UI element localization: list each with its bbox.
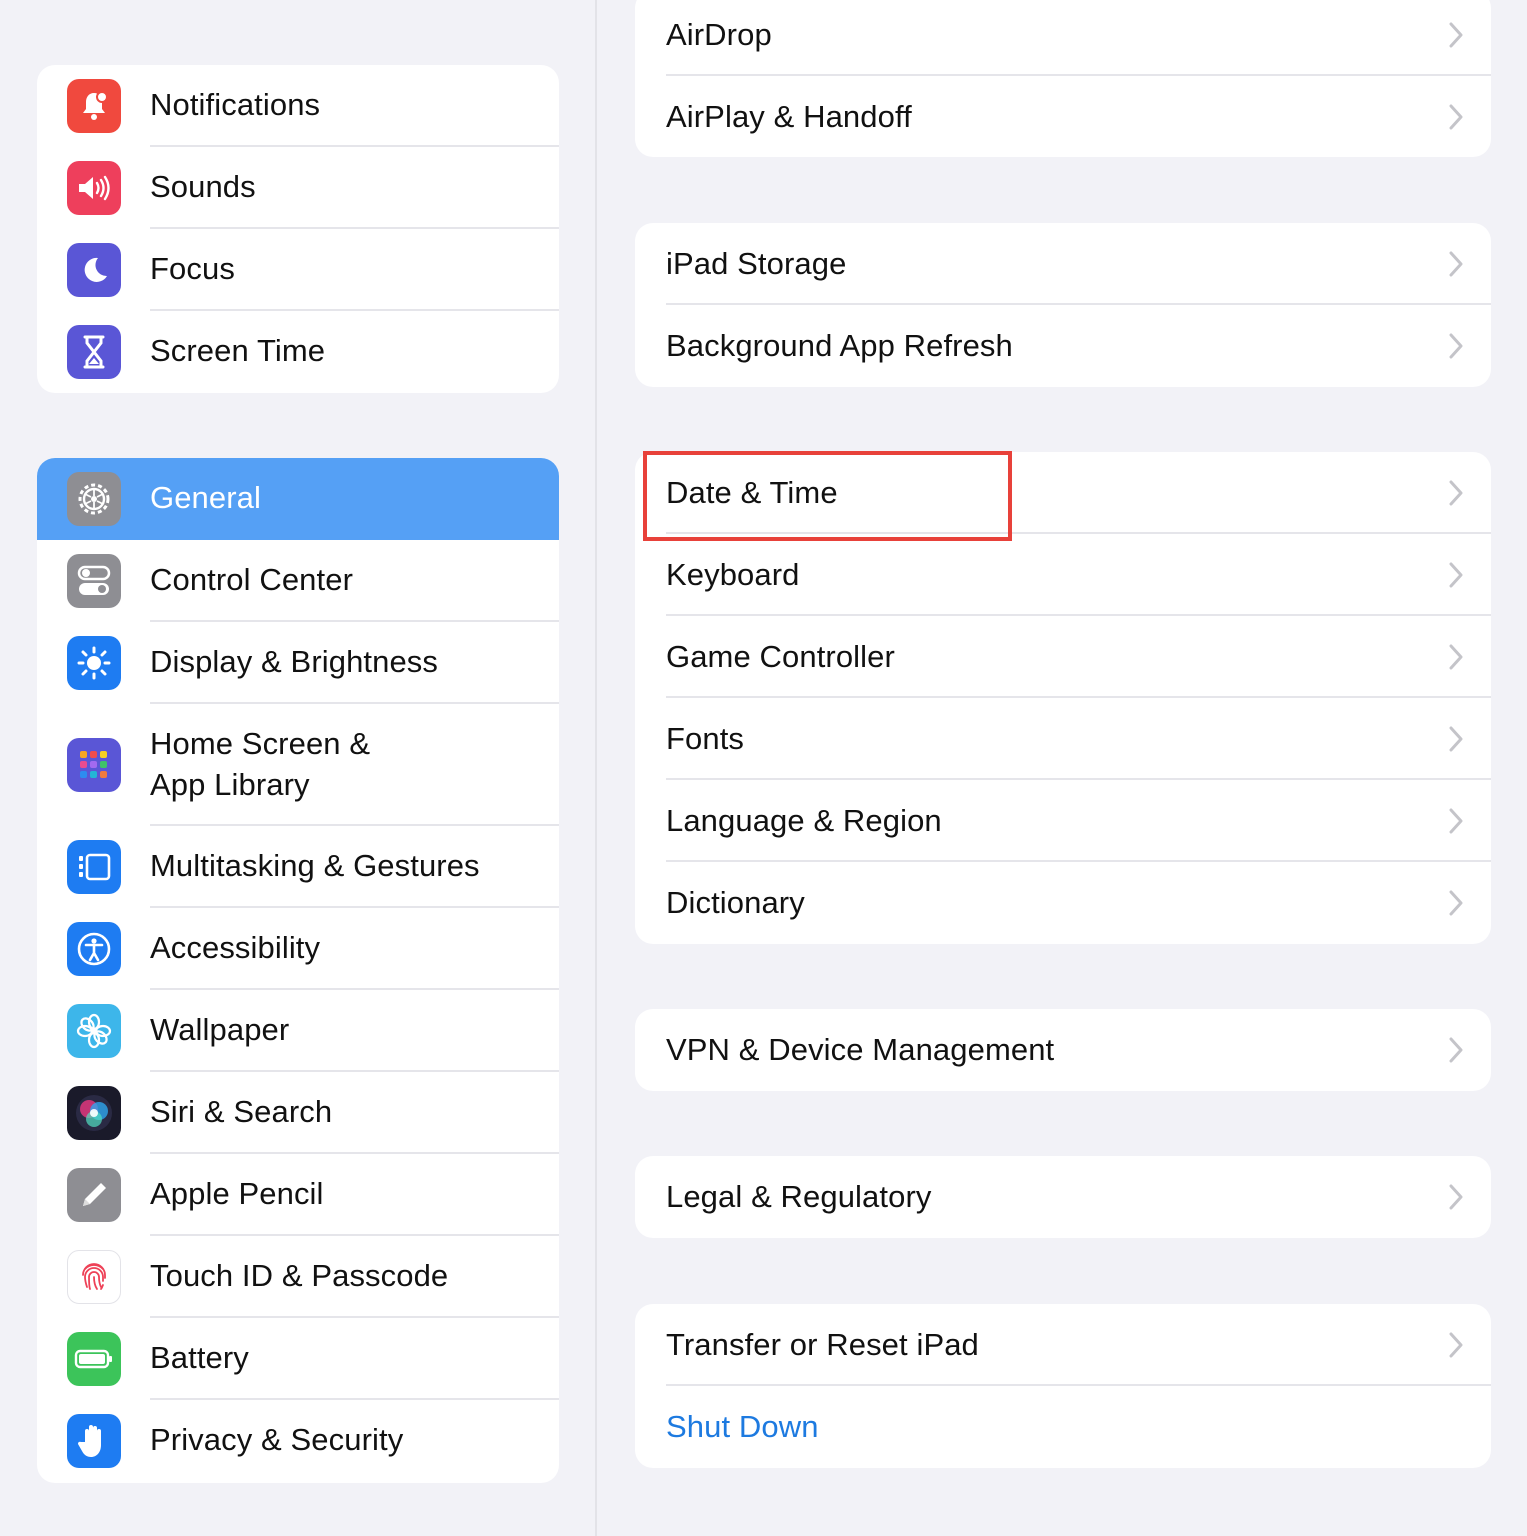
sidebar-item-label: Display & Brightness <box>150 644 439 679</box>
chevron-right-icon <box>1449 333 1463 359</box>
speaker-icon <box>67 161 121 215</box>
sidebar-item-label-line2: App Library <box>150 767 310 802</box>
row-label: Transfer or Reset iPad <box>666 1327 979 1362</box>
bell-icon <box>67 79 121 133</box>
highlight-box <box>643 451 1012 541</box>
chevron-right-icon <box>1449 890 1463 916</box>
chevron-right-icon <box>1449 480 1463 506</box>
sidebar-item-focus[interactable]: Focus <box>37 229 559 311</box>
sidebar-item-wallpaper[interactable]: Wallpaper <box>37 990 559 1072</box>
detail-group-2: iPad Storage Background App Refresh <box>635 223 1491 387</box>
multitasking-icon <box>67 840 121 894</box>
sidebar-item-label: Home Screen & <box>150 726 371 761</box>
sidebar-item-label: Privacy & Security <box>150 1422 404 1457</box>
sidebar-group-2: General Control Center Display & Brightn… <box>37 458 559 1483</box>
row-keyboard[interactable]: Keyboard <box>635 534 1491 616</box>
row-label: iPad Storage <box>666 246 847 281</box>
chevron-right-icon <box>1449 104 1463 130</box>
sidebar-item-touch-id[interactable]: Touch ID & Passcode <box>37 1236 559 1318</box>
chevron-right-icon <box>1449 562 1463 588</box>
detail-group-5: Legal & Regulatory <box>635 1156 1491 1238</box>
row-label: Language & Region <box>666 803 942 838</box>
sidebar-item-label: Notifications <box>150 87 321 122</box>
row-game-controller[interactable]: Game Controller <box>635 616 1491 698</box>
sidebar-item-label: Focus <box>150 251 235 286</box>
row-label: VPN & Device Management <box>666 1032 1055 1067</box>
sidebar-item-label: Siri & Search <box>150 1094 333 1129</box>
sidebar-item-label: Battery <box>150 1340 249 1375</box>
row-ipad-storage[interactable]: iPad Storage <box>635 223 1491 305</box>
sidebar: Notifications Sounds Focus Screen Time G… <box>0 0 597 1536</box>
siri-icon <box>67 1086 121 1140</box>
row-label: Keyboard <box>666 557 800 592</box>
row-language-region[interactable]: Language & Region <box>635 780 1491 862</box>
shut-down-label: Shut Down <box>666 1409 819 1444</box>
sidebar-item-siri-search[interactable]: Siri & Search <box>37 1072 559 1154</box>
sidebar-item-apple-pencil[interactable]: Apple Pencil <box>37 1154 559 1236</box>
app-grid-icon <box>67 738 121 792</box>
sidebar-item-accessibility[interactable]: Accessibility <box>37 908 559 990</box>
row-label: AirPlay & Handoff <box>666 99 912 134</box>
sidebar-item-label: Screen Time <box>150 333 326 368</box>
moon-icon <box>67 243 121 297</box>
sidebar-item-label: Sounds <box>150 169 256 204</box>
toggles-icon <box>67 554 121 608</box>
sidebar-item-label: General <box>150 480 261 515</box>
chevron-right-icon <box>1449 726 1463 752</box>
chevron-right-icon <box>1449 22 1463 48</box>
sidebar-item-control-center[interactable]: Control Center <box>37 540 559 622</box>
sidebar-item-label: Apple Pencil <box>150 1176 324 1211</box>
chevron-right-icon <box>1449 1332 1463 1358</box>
flower-icon <box>67 1004 121 1058</box>
sidebar-item-label: Wallpaper <box>150 1012 290 1047</box>
detail-group-1: AirDrop AirPlay & Handoff <box>635 0 1491 157</box>
row-label: Legal & Regulatory <box>666 1179 932 1214</box>
sidebar-item-multitasking[interactable]: Multitasking & Gestures <box>37 826 559 908</box>
row-label: Dictionary <box>666 885 805 920</box>
sidebar-item-screen-time[interactable]: Screen Time <box>37 311 559 393</box>
accessibility-icon <box>67 922 121 976</box>
sidebar-item-notifications[interactable]: Notifications <box>37 65 559 147</box>
row-label: Fonts <box>666 721 745 756</box>
battery-icon <box>67 1332 121 1386</box>
sidebar-group-1: Notifications Sounds Focus Screen Time <box>37 65 559 393</box>
sidebar-item-battery[interactable]: Battery <box>37 1318 559 1400</box>
chevron-right-icon <box>1449 644 1463 670</box>
gear-icon <box>67 472 121 526</box>
chevron-right-icon <box>1449 808 1463 834</box>
row-legal-regulatory[interactable]: Legal & Regulatory <box>635 1156 1491 1238</box>
hand-icon <box>67 1414 121 1468</box>
sun-icon <box>67 636 121 690</box>
row-airplay-handoff[interactable]: AirPlay & Handoff <box>635 76 1491 157</box>
row-airdrop[interactable]: AirDrop <box>635 0 1491 76</box>
sidebar-item-label: Touch ID & Passcode <box>150 1258 449 1293</box>
sidebar-item-home-screen[interactable]: Home Screen & App Library <box>37 704 559 826</box>
row-vpn-device-management[interactable]: VPN & Device Management <box>635 1009 1491 1091</box>
sidebar-item-privacy-security[interactable]: Privacy & Security <box>37 1400 559 1483</box>
chevron-right-icon <box>1449 251 1463 277</box>
row-fonts[interactable]: Fonts <box>635 698 1491 780</box>
row-background-app-refresh[interactable]: Background App Refresh <box>635 305 1491 387</box>
detail-group-4: VPN & Device Management <box>635 1009 1491 1091</box>
row-transfer-reset[interactable]: Transfer or Reset iPad <box>635 1304 1491 1386</box>
row-label: AirDrop <box>666 17 772 52</box>
sidebar-item-label: Accessibility <box>150 930 321 965</box>
chevron-right-icon <box>1449 1037 1463 1063</box>
pencil-icon <box>67 1168 121 1222</box>
row-label: Game Controller <box>666 639 895 674</box>
chevron-right-icon <box>1449 1184 1463 1210</box>
fingerprint-icon <box>67 1250 121 1304</box>
sidebar-item-general[interactable]: General <box>37 458 559 540</box>
sidebar-item-label: Multitasking & Gestures <box>150 848 480 883</box>
sidebar-item-label: Control Center <box>150 562 353 597</box>
hourglass-icon <box>67 325 121 379</box>
settings-screen: Notifications Sounds Focus Screen Time G… <box>0 0 1527 1536</box>
sidebar-item-display-brightness[interactable]: Display & Brightness <box>37 622 559 704</box>
detail-group-6: Transfer or Reset iPad Shut Down <box>635 1304 1491 1468</box>
shut-down-button[interactable]: Shut Down <box>635 1386 1491 1468</box>
row-dictionary[interactable]: Dictionary <box>635 862 1491 944</box>
row-label: Background App Refresh <box>666 328 1013 363</box>
sidebar-item-sounds[interactable]: Sounds <box>37 147 559 229</box>
